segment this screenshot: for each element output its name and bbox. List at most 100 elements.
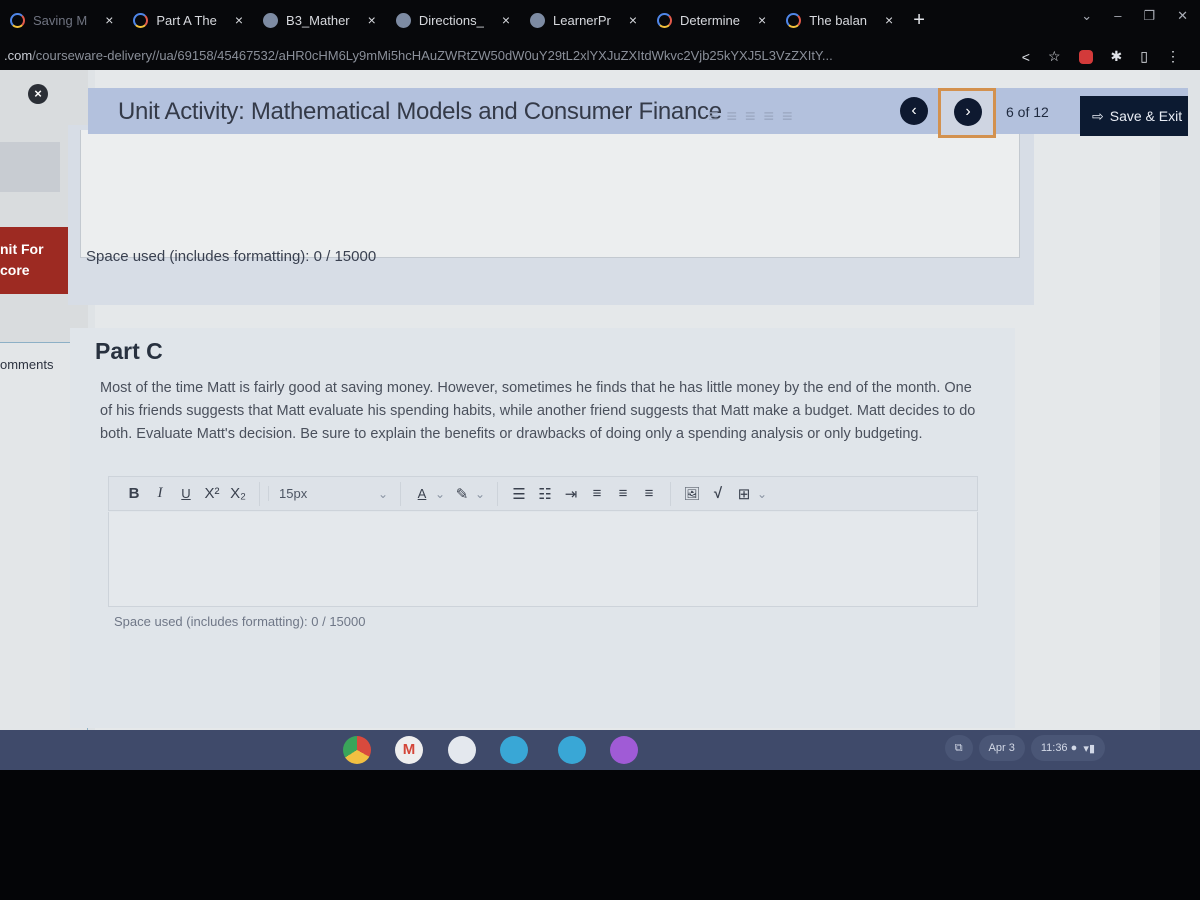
- chevron-down-icon[interactable]: ⌄: [475, 487, 489, 501]
- close-icon[interactable]: ×: [105, 12, 113, 28]
- close-window-icon[interactable]: ✕: [1177, 8, 1188, 24]
- bullet-list-button[interactable]: ☰: [506, 485, 532, 503]
- bold-button[interactable]: B: [121, 485, 147, 502]
- close-icon[interactable]: ×: [502, 12, 510, 28]
- purple-app-icon[interactable]: [610, 736, 638, 764]
- gmail-app-icon[interactable]: M: [395, 736, 423, 764]
- page-counter: 6 of 12: [1006, 104, 1049, 120]
- part-c-prompt: Most of the time Matt is fairly good at …: [100, 380, 976, 442]
- subscript-button[interactable]: X₂: [225, 485, 251, 502]
- header-bar: Unit Activity: Mathematical Models and C…: [88, 88, 1188, 138]
- edmentum-icon: [263, 12, 279, 28]
- page-title: Unit Activity: Mathematical Models and C…: [118, 98, 722, 125]
- rich-text-toolbar: B I U X² X₂ 15px ⌄ A ⌄ ✎ ⌄ ☰ ☷ ⇥ ≡ ≡ ≡ 🖼…: [108, 476, 978, 511]
- battery-icon: ▮: [1088, 742, 1095, 755]
- align-left-button[interactable]: ≡: [584, 485, 610, 502]
- window-controls: ⌄ – ❐ ✕: [1081, 8, 1188, 24]
- next-page-button[interactable]: ›: [954, 98, 982, 126]
- divider: [497, 481, 498, 506]
- google-icon: [133, 12, 149, 28]
- restore-icon[interactable]: ❐: [1143, 8, 1155, 24]
- tab-5[interactable]: Determine ×: [647, 5, 776, 35]
- docs-app-icon[interactable]: [448, 736, 476, 764]
- part-c-space-used: Space used (includes formatting): 0 / 15…: [114, 614, 366, 629]
- align-right-button[interactable]: ≡: [636, 485, 662, 502]
- indent-button[interactable]: ⇥: [558, 485, 584, 503]
- side-panel-icon[interactable]: ▯: [1140, 48, 1148, 65]
- extensions-puzzle-icon[interactable]: ✱: [1111, 48, 1123, 65]
- url-path: /courseware-delivery//ua/69158/45467532/…: [32, 47, 833, 63]
- close-icon[interactable]: ×: [235, 12, 243, 28]
- submit-label: nit For core: [0, 241, 44, 278]
- tab-search-icon[interactable]: ⌄: [1081, 8, 1092, 24]
- tab-label: Saving M: [33, 12, 88, 28]
- align-center-button[interactable]: ≡: [610, 485, 636, 502]
- tab-3[interactable]: Directions_ ×: [386, 5, 520, 35]
- tab-label: Directions_: [418, 12, 484, 28]
- screenshot-icon[interactable]: ⧉: [944, 735, 973, 761]
- font-color-button[interactable]: A: [409, 486, 435, 501]
- close-icon[interactable]: ×: [885, 12, 893, 28]
- save-exit-button[interactable]: ⇨ Save & Exit: [1080, 96, 1188, 136]
- save-exit-label: Save & Exit: [1109, 108, 1183, 124]
- divider: [400, 481, 401, 506]
- tab-2[interactable]: B3_Mather ×: [253, 5, 386, 35]
- part-b-answer-box[interactable]: [80, 130, 1020, 258]
- close-icon[interactable]: ×: [758, 12, 766, 28]
- tab-0[interactable]: Saving M ×: [0, 5, 123, 35]
- tab-label: Part A The: [156, 12, 217, 28]
- address-bar[interactable]: .com/courseware-delivery//ua/69158/45467…: [0, 40, 1200, 70]
- comments-label: omments: [0, 357, 54, 372]
- status-area: ⧉ Apr 3 11:36 ● ▾ ▮: [944, 735, 1105, 761]
- highlight-button[interactable]: ✎: [449, 485, 475, 503]
- close-icon[interactable]: ×: [368, 12, 376, 28]
- part-c-title: Part C: [95, 338, 163, 364]
- tab-6[interactable]: The balan ×: [776, 5, 903, 35]
- url-text[interactable]: .com/courseware-delivery//ua/69158/45467…: [0, 48, 990, 63]
- close-icon[interactable]: ×: [629, 12, 637, 28]
- divider: [670, 481, 671, 506]
- tab-label: B3_Mather: [286, 12, 350, 28]
- extension-red-icon[interactable]: [1078, 49, 1093, 64]
- chevron-down-icon[interactable]: ⌄: [757, 487, 771, 501]
- equation-button[interactable]: √: [705, 485, 731, 502]
- exit-icon: ⇨: [1092, 107, 1104, 124]
- share-icon[interactable]: <: [1022, 49, 1030, 65]
- part-b-space-used: Space used (includes formatting): 0 / 15…: [86, 248, 377, 265]
- ghost-toolbar: ≡≡≡≡≡: [708, 106, 801, 126]
- insert-table-button[interactable]: ⊞: [731, 485, 757, 503]
- minimize-icon[interactable]: –: [1114, 8, 1121, 24]
- files-app-icon[interactable]: [558, 736, 586, 764]
- os-shelf: M ⧉ Apr 3 11:36 ● ▾ ▮: [0, 730, 1200, 770]
- previous-page-button[interactable]: ‹: [900, 97, 928, 125]
- italic-button[interactable]: I: [147, 485, 173, 502]
- chrome-app-icon[interactable]: [343, 736, 371, 764]
- close-sidebar-icon[interactable]: ×: [28, 84, 48, 104]
- chevron-down-icon[interactable]: ⌄: [378, 487, 392, 501]
- underline-button[interactable]: U: [173, 486, 199, 501]
- tab-label: LearnerPr: [553, 12, 611, 28]
- menu-kebab-icon[interactable]: ⋮: [1166, 48, 1180, 65]
- tab-4[interactable]: LearnerPr ×: [520, 5, 647, 35]
- part-c-answer-editor[interactable]: [108, 512, 978, 607]
- app-icon[interactable]: [500, 736, 528, 764]
- tab-label: The balan: [809, 12, 868, 28]
- insert-image-button[interactable]: 🖼: [679, 486, 705, 502]
- url-domain: .com: [4, 47, 33, 63]
- time-pill[interactable]: 11:36 ● ▾ ▮: [1030, 735, 1105, 761]
- bookmark-star-icon[interactable]: ☆: [1048, 48, 1061, 65]
- google-icon: [786, 12, 802, 28]
- font-size-select[interactable]: 15px: [268, 486, 378, 501]
- edmentum-icon: [395, 12, 411, 28]
- edmentum-icon: [530, 12, 546, 28]
- submit-for-score-button[interactable]: nit For core: [0, 227, 72, 294]
- numbered-list-button[interactable]: ☷: [532, 485, 558, 503]
- date-pill[interactable]: Apr 3: [978, 735, 1025, 761]
- clock-time: 11:36: [1040, 742, 1068, 754]
- toolbar-icons: < ☆ ✱ ▯ ⋮: [1022, 48, 1180, 65]
- tab-1[interactable]: Part A The ×: [123, 5, 253, 35]
- tab-label: Determine: [680, 12, 741, 28]
- new-tab-button[interactable]: +: [913, 9, 925, 32]
- chevron-down-icon[interactable]: ⌄: [435, 487, 449, 501]
- superscript-button[interactable]: X²: [199, 485, 225, 502]
